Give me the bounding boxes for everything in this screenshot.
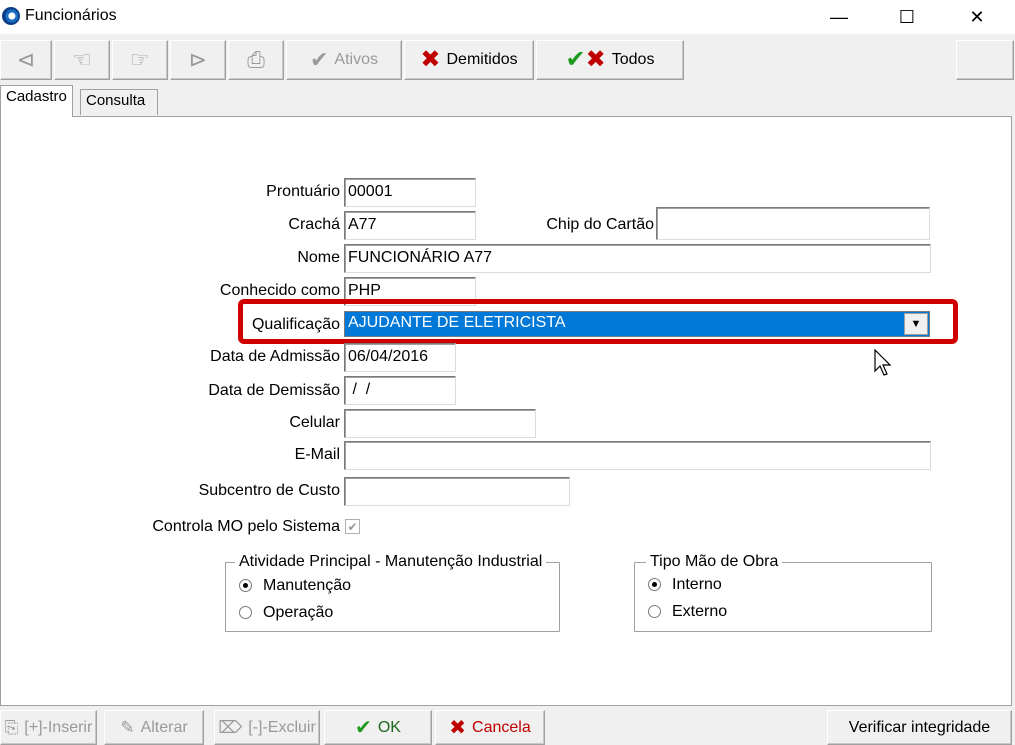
interno-radio[interactable] bbox=[648, 578, 661, 591]
trash-icon: ⌦ bbox=[218, 718, 243, 737]
demitidos-label: Demitidos bbox=[446, 51, 518, 68]
print-icon: ⎙ bbox=[247, 47, 265, 72]
ok-label: OK bbox=[377, 718, 401, 736]
title-bar bbox=[0, 0, 1015, 34]
conhecido-label: Conhecido como bbox=[219, 282, 340, 299]
nome-label: Nome bbox=[297, 249, 340, 266]
admissao-label: Data de Admissão bbox=[210, 348, 340, 365]
alterar-button[interactable]: ✎ Alterar bbox=[104, 710, 204, 745]
last-record-button[interactable]: ⊳ bbox=[170, 40, 226, 80]
cancela-label: Cancela bbox=[472, 718, 531, 736]
window-title: Funcionários bbox=[25, 7, 117, 24]
first-record-button[interactable]: ⊲ bbox=[0, 40, 52, 80]
demitidos-button[interactable]: ✖ Demitidos bbox=[404, 40, 534, 80]
celular-label: Celular bbox=[289, 414, 340, 431]
check-icon: ✔ bbox=[355, 716, 372, 739]
email-field[interactable] bbox=[344, 441, 931, 470]
last-icon: ⊳ bbox=[188, 47, 208, 72]
interno-label[interactable]: Interno bbox=[672, 576, 722, 594]
minimize-button[interactable]: — bbox=[816, 0, 862, 34]
excluir-label: [-]-Excluir bbox=[248, 718, 316, 736]
check-icon: ✔ bbox=[347, 519, 358, 534]
nome-field[interactable]: FUNCIONÁRIO A77 bbox=[344, 244, 931, 273]
controla-mo-checkbox[interactable]: ✔ bbox=[345, 519, 360, 534]
prontuario-label: Prontuário bbox=[266, 183, 340, 200]
prontuario-field[interactable]: 00001 bbox=[344, 178, 476, 207]
prev-record-button[interactable]: ☜ bbox=[54, 40, 110, 80]
demissao-label: Data de Demissão bbox=[208, 382, 340, 399]
ativos-button[interactable]: ✔ Ativos bbox=[286, 40, 402, 80]
controla-mo-label: Controla MO pelo Sistema bbox=[152, 518, 340, 535]
email-label: E-Mail bbox=[294, 446, 340, 463]
mouse-cursor-icon bbox=[874, 349, 892, 376]
verificar-label: Verificar integridade bbox=[848, 718, 991, 736]
qualificacao-highlight bbox=[238, 299, 958, 344]
check-icon: ✔ bbox=[309, 47, 329, 72]
prev-icon: ☜ bbox=[72, 47, 92, 72]
cancela-button[interactable]: ✖ Cancela bbox=[435, 710, 545, 745]
ok-button[interactable]: ✔ OK bbox=[324, 710, 432, 745]
admissao-field[interactable]: 06/04/2016 bbox=[344, 343, 456, 372]
app-icon bbox=[2, 7, 20, 25]
x-icon: ✖ bbox=[449, 716, 467, 739]
subcentro-label: Subcentro de Custo bbox=[198, 482, 340, 499]
manutencao-label[interactable]: Manutenção bbox=[263, 577, 351, 595]
x-icon: ✖ bbox=[420, 46, 441, 73]
check-x-icon: ✔✖ bbox=[565, 46, 606, 73]
cracha-field[interactable]: A77 bbox=[344, 211, 476, 240]
celular-field[interactable] bbox=[344, 409, 536, 438]
manutencao-radio[interactable] bbox=[239, 579, 252, 592]
close-button[interactable]: ✕ bbox=[954, 0, 1000, 34]
cracha-label: Crachá bbox=[288, 216, 340, 233]
edit-icon: ✎ bbox=[120, 718, 135, 737]
alterar-label: Alterar bbox=[140, 718, 188, 736]
tipo-mo-title: Tipo Mão de Obra bbox=[646, 553, 783, 571]
operacao-label[interactable]: Operação bbox=[263, 604, 333, 622]
inserir-label: [+]-Inserir bbox=[24, 718, 93, 736]
verificar-integridade-button[interactable]: Verificar integridade bbox=[827, 710, 1012, 745]
tipo-mo-group bbox=[634, 562, 932, 632]
todos-label: Todos bbox=[611, 51, 655, 68]
toolbar-extra-button[interactable] bbox=[956, 40, 1014, 80]
chip-label: Chip do Cartão bbox=[546, 216, 654, 233]
ativos-label: Ativos bbox=[334, 51, 378, 68]
atividade-title: Atividade Principal - Manutenção Industr… bbox=[235, 553, 547, 571]
externo-radio[interactable] bbox=[648, 605, 661, 618]
inserir-button[interactable]: ⎘ [+]-Inserir bbox=[0, 710, 97, 745]
tab-cadastro[interactable]: Cadastro bbox=[0, 85, 73, 117]
tab-consulta[interactable]: Consulta bbox=[80, 89, 158, 115]
first-icon: ⊲ bbox=[16, 47, 36, 72]
insert-icon: ⎘ bbox=[4, 718, 19, 737]
chip-field[interactable] bbox=[656, 207, 930, 240]
next-icon: ☞ bbox=[130, 47, 150, 72]
operacao-radio[interactable] bbox=[239, 606, 252, 619]
subcentro-field[interactable] bbox=[344, 477, 570, 506]
excluir-button[interactable]: ⌦ [-]-Excluir bbox=[214, 710, 320, 745]
demissao-field[interactable]: / / bbox=[344, 376, 456, 405]
print-button[interactable]: ⎙ bbox=[228, 40, 284, 80]
todos-button[interactable]: ✔✖ Todos bbox=[536, 40, 684, 80]
next-record-button[interactable]: ☞ bbox=[112, 40, 168, 80]
externo-label[interactable]: Externo bbox=[672, 603, 727, 621]
maximize-button[interactable]: ☐ bbox=[884, 0, 930, 34]
